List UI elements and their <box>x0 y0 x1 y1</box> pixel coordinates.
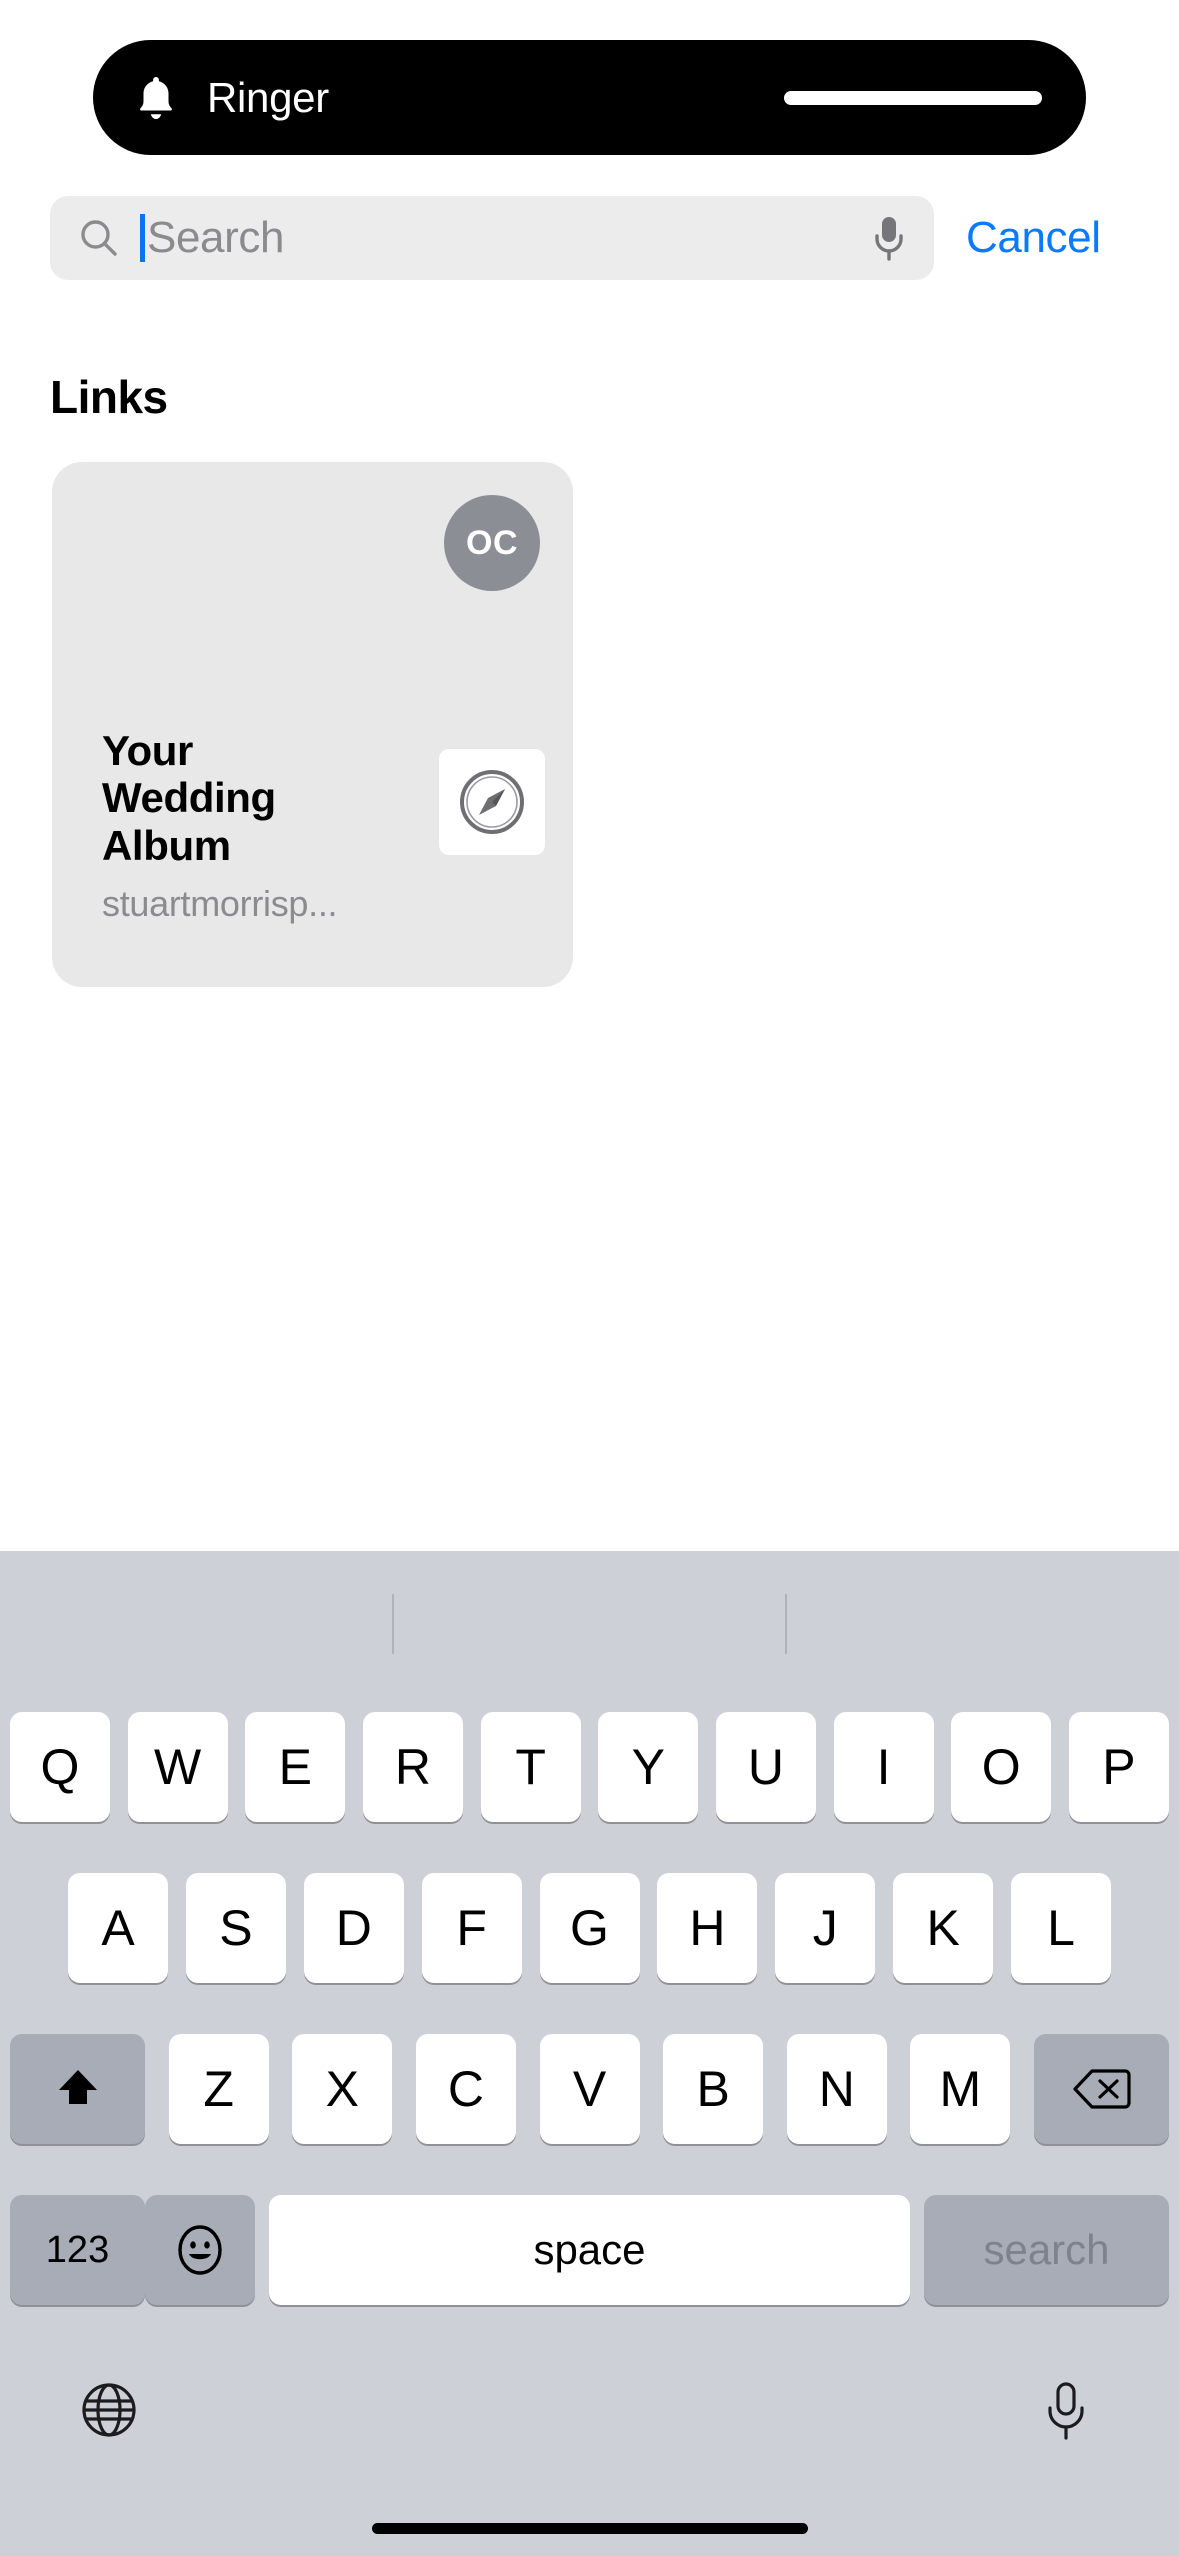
numbers-key[interactable]: 123 <box>10 2195 145 2305</box>
dynamic-island-banner[interactable]: Ringer <box>93 40 1086 155</box>
key-l[interactable]: L <box>1011 1873 1111 1983</box>
keyboard-row-3: Z X C V B N M <box>0 2034 1179 2144</box>
key-y[interactable]: Y <box>598 1712 699 1822</box>
key-z[interactable]: Z <box>168 2034 269 2144</box>
search-bar-row: Search Cancel <box>0 188 1179 288</box>
home-indicator-bar <box>371 2523 808 2534</box>
predictive-divider <box>785 1594 787 1654</box>
key-u[interactable]: U <box>715 1712 816 1822</box>
predictive-divider <box>392 1594 394 1654</box>
key-b[interactable]: B <box>663 2034 764 2144</box>
keyboard-row-4: 123 space search <box>0 2195 1179 2305</box>
microphone-icon[interactable] <box>870 213 908 263</box>
bell-icon <box>133 73 179 123</box>
link-card-body: Your Wedding Album stuartmorrisp... <box>102 727 545 925</box>
safari-compass-icon[interactable] <box>439 749 545 855</box>
link-card-subtitle: stuartmorrisp... <box>102 883 338 925</box>
backspace-key[interactable] <box>1034 2034 1169 2144</box>
search-placeholder-text: Search <box>147 213 285 262</box>
key-t[interactable]: T <box>480 1712 581 1822</box>
key-x[interactable]: X <box>292 2034 393 2144</box>
predictive-text-bar[interactable] <box>0 1551 1179 1681</box>
link-card-text: Your Wedding Album stuartmorrisp... <box>102 727 439 925</box>
microphone-dictation-icon[interactable] <box>1039 2379 1101 2441</box>
keyboard-row-1: Q W E R T Y U I O P <box>0 1712 1179 1822</box>
key-m[interactable]: M <box>910 2034 1011 2144</box>
space-key[interactable]: space <box>269 2195 910 2305</box>
key-q[interactable]: Q <box>10 1712 110 1822</box>
key-s[interactable]: S <box>185 1873 286 1983</box>
link-result-card[interactable]: OC Your Wedding Album stuartmorrisp... <box>52 462 573 987</box>
key-j[interactable]: J <box>775 1873 876 1983</box>
key-p[interactable]: P <box>1068 1712 1169 1822</box>
key-i[interactable]: I <box>833 1712 934 1822</box>
key-d[interactable]: D <box>303 1873 404 1983</box>
search-icon <box>78 217 120 259</box>
shift-arrow-icon <box>58 2070 97 2104</box>
key-w[interactable]: W <box>127 1712 228 1822</box>
key-f[interactable]: F <box>421 1873 522 1983</box>
text-cursor <box>140 214 145 262</box>
key-r[interactable]: R <box>362 1712 463 1822</box>
link-card-title: Your Wedding Album <box>102 727 276 869</box>
key-h[interactable]: H <box>657 1873 758 1983</box>
search-return-key[interactable]: search <box>924 2195 1169 2305</box>
key-o[interactable]: O <box>951 1712 1052 1822</box>
cancel-button[interactable]: Cancel <box>966 213 1101 263</box>
key-k[interactable]: K <box>893 1873 994 1983</box>
key-a[interactable]: A <box>68 1873 168 1983</box>
shift-key[interactable] <box>10 2034 145 2144</box>
key-n[interactable]: N <box>786 2034 887 2144</box>
key-v[interactable]: V <box>539 2034 640 2144</box>
key-g[interactable]: G <box>539 1873 640 1983</box>
key-c[interactable]: C <box>415 2034 516 2144</box>
key-e[interactable]: E <box>245 1712 346 1822</box>
emoji-smiley-icon <box>178 2225 222 2275</box>
avatar: OC <box>444 495 540 591</box>
keyboard-bottom-row <box>0 2350 1179 2470</box>
links-section-title: Links <box>50 371 168 423</box>
emoji-key[interactable] <box>145 2195 255 2305</box>
keyboard-row-2: A S D F G H J K L <box>0 1873 1179 1983</box>
ringer-volume-slider[interactable] <box>784 90 1042 105</box>
globe-language-icon[interactable] <box>78 2379 140 2441</box>
backspace-delete-icon <box>1072 2069 1131 2109</box>
status-banner-title: Ringer <box>207 73 329 121</box>
search-input[interactable]: Search <box>50 196 934 280</box>
